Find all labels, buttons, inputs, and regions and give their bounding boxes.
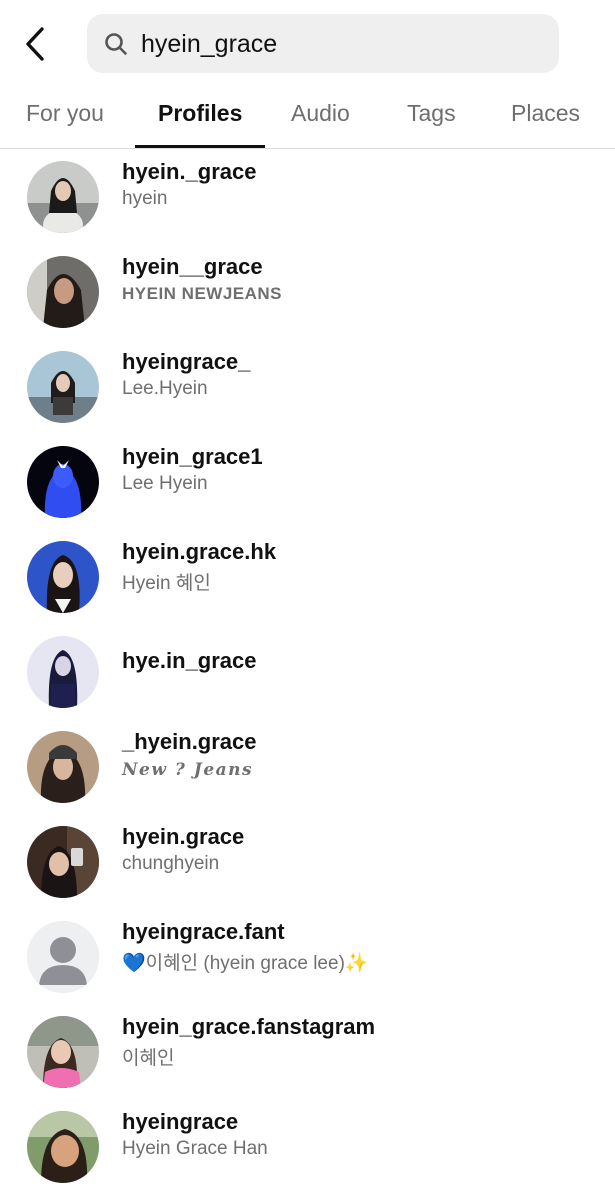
- username: hye.in_grace: [122, 648, 257, 673]
- avatar: [27, 636, 99, 708]
- profile-result-row[interactable]: hyeingrace_ Lee.Hyein: [0, 349, 615, 444]
- full-name: 이혜인: [122, 1048, 175, 1069]
- full-name: 💙이혜인 (hyein grace lee)✨: [122, 953, 369, 974]
- full-name: Lee.Hyein: [122, 378, 208, 399]
- back-button[interactable]: [20, 22, 54, 66]
- profile-result-row[interactable]: hyein.grace.hk Hyein 혜인: [0, 539, 615, 634]
- avatar: [27, 446, 99, 518]
- full-name: New ? Jeans: [122, 760, 254, 780]
- username: hyein._grace: [122, 159, 257, 184]
- username: hyein.grace.hk: [122, 539, 277, 564]
- profile-result-row[interactable]: hyein_grace.fanstagram 이혜인: [0, 1014, 615, 1109]
- username: hyeingrace.fant: [122, 919, 285, 944]
- search-input[interactable]: [139, 22, 543, 66]
- full-name: Lee Hyein: [122, 473, 208, 494]
- avatar: [27, 1111, 99, 1183]
- default-avatar-icon: [27, 921, 99, 993]
- search-icon: [105, 33, 127, 55]
- avatar: [27, 351, 99, 423]
- full-name: hyein: [122, 188, 168, 209]
- full-name: chunghyein: [122, 853, 220, 874]
- username: hyeingrace_: [122, 349, 251, 374]
- username: hyein__grace: [122, 254, 263, 279]
- username: hyein_grace1: [122, 444, 263, 469]
- tab-tags[interactable]: Tags: [407, 100, 456, 127]
- profile-result-row[interactable]: hye.in_grace: [0, 634, 615, 729]
- full-name: Hyein Grace Han: [122, 1138, 268, 1159]
- profile-result-row[interactable]: hyein.grace chunghyein: [0, 824, 615, 919]
- avatar: [27, 541, 99, 613]
- tab-places[interactable]: Places: [511, 100, 580, 127]
- search-bar[interactable]: [87, 14, 559, 73]
- top-bar: [0, 0, 615, 88]
- tab-for-you[interactable]: For you: [26, 100, 104, 127]
- tab-bar: For you Profiles Audio Tags Places: [0, 88, 615, 149]
- chevron-left-icon: [26, 27, 44, 61]
- avatar: [27, 826, 99, 898]
- profile-result-row[interactable]: hyein__grace HYEIN NEWJEANS: [0, 254, 615, 349]
- username: _hyein.grace: [122, 729, 257, 754]
- full-name: Hyein 혜인: [122, 573, 211, 594]
- active-tab-indicator: [135, 145, 265, 148]
- avatar: [27, 161, 99, 233]
- avatar: [27, 1016, 99, 1088]
- profile-result-row[interactable]: hyeingrace.fant 💙이혜인 (hyein grace lee)✨: [0, 919, 615, 1014]
- username: hyeingrace: [122, 1109, 239, 1134]
- avatar: [27, 731, 99, 803]
- tab-profiles[interactable]: Profiles: [158, 100, 242, 127]
- avatar: [27, 256, 99, 328]
- username: hyein_grace.fanstagram: [122, 1014, 376, 1039]
- full-name: HYEIN NEWJEANS: [122, 284, 283, 303]
- username: hyein.grace: [122, 824, 245, 849]
- tab-audio[interactable]: Audio: [291, 100, 350, 127]
- profile-result-row[interactable]: hyein._grace hyein: [0, 159, 615, 254]
- avatar: [27, 921, 99, 993]
- profile-result-row[interactable]: hyeingrace Hyein Grace Han: [0, 1109, 615, 1204]
- profile-result-row[interactable]: hyein_grace1 Lee Hyein: [0, 444, 615, 539]
- profile-result-row[interactable]: _hyein.grace New ? Jeans: [0, 729, 615, 824]
